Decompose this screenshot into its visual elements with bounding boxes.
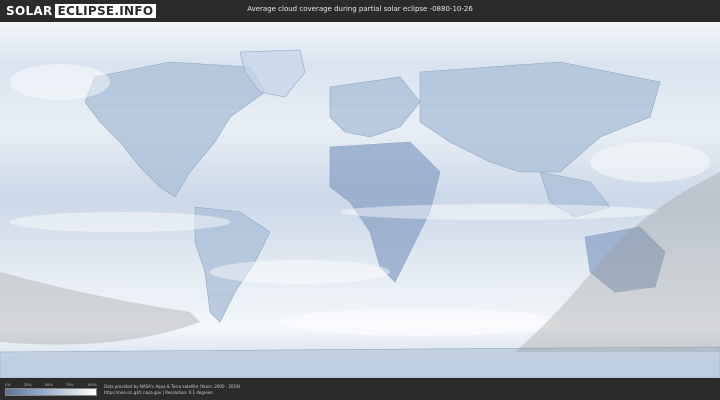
site-logo[interactable]: SOLAR ECLIPSE.INFO <box>6 3 157 19</box>
legend-color-bar <box>5 388 97 396</box>
legend-tick: 25% <box>23 383 32 387</box>
page-title: Average cloud coverage during partial so… <box>247 5 473 13</box>
cloud-coverage-legend: 0% 25% 50% 75% 100% <box>5 383 97 396</box>
data-credit: Data provided by NASA's Aqua & Terra sat… <box>104 384 240 396</box>
legend-tick: 0% <box>5 383 11 387</box>
cloud-coverage-map <box>0 22 720 378</box>
logo-eclipse-text: ECLIPSE.INFO <box>54 4 157 18</box>
legend-tick: 75% <box>65 383 74 387</box>
legend-tick: 100% <box>86 383 97 387</box>
credit-line-url[interactable]: https://neo.sci.gsfc.nasa.gov | Resoluti… <box>104 390 240 396</box>
header-bar: SOLAR ECLIPSE.INFO Average cloud coverag… <box>0 0 720 22</box>
logo-solar-text: SOLAR <box>6 4 53 18</box>
legend-tick: 50% <box>44 383 53 387</box>
